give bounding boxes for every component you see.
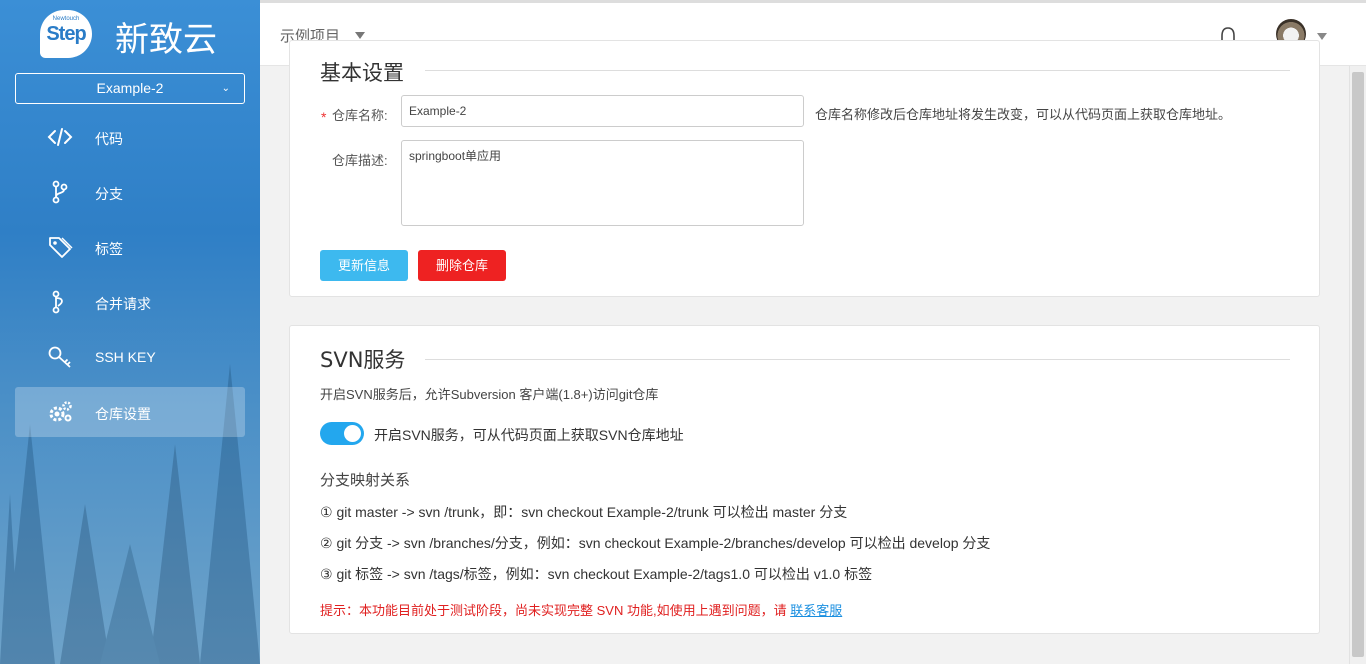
logo-small-text: Newtouch: [52, 16, 80, 22]
repo-desc-label: 仓库描述:: [332, 153, 388, 168]
repo-desc-input[interactable]: springboot单应用: [401, 140, 804, 226]
caret-down-icon[interactable]: [355, 32, 365, 39]
branch-icon: [52, 180, 68, 204]
merge-request-icon: [52, 290, 63, 314]
required-mark: *: [321, 109, 327, 125]
logo: Newtouch Step: [40, 10, 92, 58]
repo-name-label: 仓库名称:: [332, 108, 388, 123]
svn-toggle[interactable]: [320, 422, 364, 445]
scrollbar-thumb[interactable]: [1352, 72, 1364, 657]
gears-icon: [49, 401, 72, 422]
brand[interactable]: Newtouch Step 新致云: [0, 0, 260, 66]
basic-settings-card: 基本设置 * 仓库名称: 仓库名称修改后仓库地址将发生改变，可以从代码页面上获取…: [289, 40, 1320, 297]
sidebar-item-label: 分支: [95, 186, 123, 202]
sidebar-item-code[interactable]: 代码: [15, 112, 245, 162]
key-icon: [48, 346, 71, 368]
mapping-line: ① git master -> svn /trunk，即：svn checkou…: [320, 504, 848, 520]
branch-mapping-title: 分支映射关系: [320, 472, 411, 489]
contact-support-link[interactable]: 联系客服: [790, 603, 842, 618]
sidebar-nav: 代码 分支 标签 合并请求 SSH KEY 仓库设置: [15, 112, 245, 442]
delete-repo-button[interactable]: 删除仓库: [418, 250, 506, 281]
repo-name-hint: 仓库名称修改后仓库地址将发生改变，可以从代码页面上获取仓库地址。: [815, 107, 1232, 122]
brand-name: 新致云: [115, 20, 217, 60]
repo-name-input[interactable]: [401, 95, 804, 127]
sidebar-item-label: 标签: [95, 241, 123, 257]
code-icon: [47, 128, 73, 146]
svn-toggle-label: 开启SVN服务，可从代码页面上获取SVN仓库地址: [374, 427, 684, 443]
logo-text: Step: [46, 23, 86, 45]
sidebar-item-label: 仓库设置: [95, 406, 151, 422]
sidebar-item-tags[interactable]: 标签: [15, 222, 245, 272]
divider: [425, 359, 1290, 360]
svn-description: 开启SVN服务后，允许Subversion 客户端(1.8+)访问git仓库: [320, 387, 659, 402]
sidebar-item-label: 合并请求: [95, 296, 151, 312]
notice-message: 提示：本功能目前处于测试阶段，尚未实现完整 SVN 功能,如使用上遇到问题，请: [320, 603, 791, 618]
divider: [425, 70, 1290, 71]
section-title-basic: 基本设置: [320, 61, 404, 85]
mapping-line: ② git 分支 -> svn /branches/分支，例如：svn chec…: [320, 535, 991, 551]
sidebar-item-label: SSH KEY: [95, 349, 156, 365]
notice-text: 提示：本功能目前处于测试阶段，尚未实现完整 SVN 功能,如使用上遇到问题，请 …: [320, 600, 842, 619]
svn-service-card: SVN服务 开启SVN服务后，允许Subversion 客户端(1.8+)访问g…: [289, 325, 1320, 634]
mapping-line: ③ git 标签 -> svn /tags/标签，例如：svn checkout…: [320, 566, 873, 582]
sidebar-item-branch[interactable]: 分支: [15, 167, 245, 217]
update-info-button[interactable]: 更新信息: [320, 250, 408, 281]
sidebar-item-repo-settings[interactable]: 仓库设置: [15, 387, 245, 437]
page-scrollbar[interactable]: [1349, 66, 1366, 664]
tag-icon: [49, 237, 73, 258]
toggle-knob: [344, 425, 361, 442]
sidebar: Newtouch Step 新致云 Example-2 ⌄ 代码 分支 标签 合…: [0, 0, 260, 664]
sidebar-item-label: 代码: [95, 131, 123, 147]
sidebar-item-ssh-key[interactable]: SSH KEY: [15, 332, 245, 382]
repo-select[interactable]: Example-2 ⌄: [15, 73, 245, 104]
repo-select-value: Example-2: [96, 80, 164, 96]
chevron-down-icon: ⌄: [221, 83, 230, 94]
sidebar-item-merge-requests[interactable]: 合并请求: [15, 277, 245, 327]
caret-down-icon[interactable]: [1317, 33, 1327, 40]
section-title-svn: SVN服务: [320, 348, 406, 372]
